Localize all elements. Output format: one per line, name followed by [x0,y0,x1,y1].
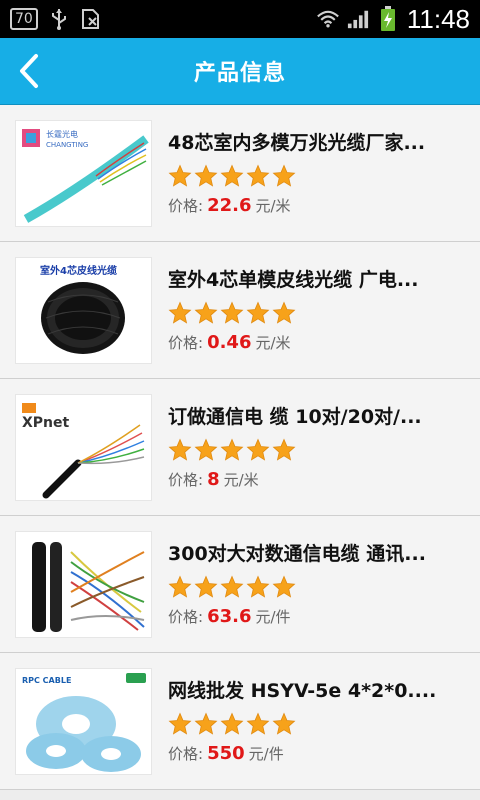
product-item[interactable]: RPC CABLE 网线批发 HSYV-5e 4*2*0.... 价格: 550… [0,653,480,790]
star-icon [194,712,218,735]
rating-stars [168,438,468,462]
price-label: 价格: [168,471,204,489]
star-icon [272,712,296,735]
price-label: 价格: [168,608,204,626]
product-thumbnail: 室外4芯皮线光缆 [15,256,152,364]
sd-card-icon [80,8,102,30]
star-icon [220,575,244,598]
price-unit: 元/件 [248,745,284,763]
price-unit: 元/米 [255,197,291,215]
svg-text:RPC CABLE: RPC CABLE [22,676,71,685]
product-thumbnail: 长霆光电 CHANGTING [15,119,152,227]
product-thumbnail: RPC CABLE [15,667,152,775]
price-unit: 元/件 [255,608,291,626]
product-info: 300对大对数通信电缆 通讯... 价格: 63.6 元/件 [168,541,468,627]
svg-text:长霆光电: 长霆光电 [46,129,78,139]
star-icon [194,438,218,461]
star-icon [246,438,270,461]
star-icon [220,712,244,735]
notification-count-badge: 70 [10,8,38,30]
price-row: 价格: 63.6 元/件 [168,606,468,627]
price-row: 价格: 8 元/米 [168,469,468,490]
status-bar: 70 11:48 [0,0,480,38]
product-name: 网线批发 HSYV-5e 4*2*0.... [168,680,437,702]
star-icon [272,575,296,598]
star-icon [168,575,192,598]
star-icon [272,164,296,187]
product-info: 室外4芯单模皮线光缆 广电... 价格: 0.46 元/米 [168,267,468,353]
page-title: 产品信息 [193,61,286,86]
price-row: 价格: 22.6 元/米 [168,195,468,216]
star-icon [168,164,192,187]
product-item[interactable]: XPnet 订做通信电 缆 10对/20对/... 价格: 8 元/米 [0,379,480,516]
svg-text:XPnet: XPnet [22,415,70,431]
svg-text:CHANGTING: CHANGTING [46,141,88,149]
wifi-icon [316,8,339,30]
star-icon [246,575,270,598]
signal-icon [347,8,369,30]
product-item[interactable]: 长霆光电 CHANGTING 48芯室内多模万兆光缆厂家... 价格: 22.6 [0,105,480,242]
star-icon [168,712,192,735]
star-icon [194,164,218,187]
product-info: 网线批发 HSYV-5e 4*2*0.... 价格: 550 元/件 [168,678,468,764]
product-name: 订做通信电 缆 10对/20对/... [168,406,422,428]
product-name: 48芯室内多模万兆光缆厂家... [168,132,426,154]
svg-text:室外4芯皮线光缆: 室外4芯皮线光缆 [40,264,117,277]
rating-stars [168,575,468,599]
price-value: 63.6 [207,606,252,627]
price-value: 0.46 [207,332,252,353]
price-label: 价格: [168,334,204,352]
price-value: 8 [207,469,220,490]
star-icon [194,301,218,324]
product-list: 长霆光电 CHANGTING 48芯室内多模万兆光缆厂家... 价格: 22.6 [0,105,480,790]
product-thumbnail [15,530,152,638]
product-item[interactable]: 300对大对数通信电缆 通讯... 价格: 63.6 元/件 [0,516,480,653]
price-row: 价格: 0.46 元/米 [168,332,468,353]
star-icon [220,438,244,461]
product-info: 订做通信电 缆 10对/20对/... 价格: 8 元/米 [168,404,468,490]
rating-stars [168,164,468,188]
product-thumbnail: XPnet [15,393,152,501]
product-info: 48芯室内多模万兆光缆厂家... 价格: 22.6 元/米 [168,130,468,216]
clock: 11:48 [406,3,470,34]
rating-stars [168,712,468,736]
star-icon [220,164,244,187]
star-icon [272,438,296,461]
star-icon [246,301,270,324]
star-icon [168,438,192,461]
price-unit: 元/米 [223,471,259,489]
star-icon [246,712,270,735]
product-item[interactable]: 室外4芯皮线光缆 室外4芯单模皮线光缆 广电... 价格: 0.46 元/米 [0,242,480,379]
star-icon [168,301,192,324]
star-icon [272,301,296,324]
price-value: 22.6 [207,195,252,216]
star-icon [220,301,244,324]
battery-charging-icon [377,6,399,31]
product-name: 室外4芯单模皮线光缆 广电... [168,269,419,291]
price-row: 价格: 550 元/件 [168,743,468,764]
rating-stars [168,301,468,325]
back-arrow-icon [20,54,38,88]
star-icon [194,575,218,598]
price-label: 价格: [168,197,204,215]
price-label: 价格: [168,745,204,763]
app-bar: 产品信息 [0,38,480,105]
back-button[interactable] [14,38,74,104]
price-unit: 元/米 [255,334,291,352]
price-value: 550 [207,743,245,764]
star-icon [246,164,270,187]
usb-icon [48,8,70,30]
product-name: 300对大对数通信电缆 通讯... [168,543,426,565]
